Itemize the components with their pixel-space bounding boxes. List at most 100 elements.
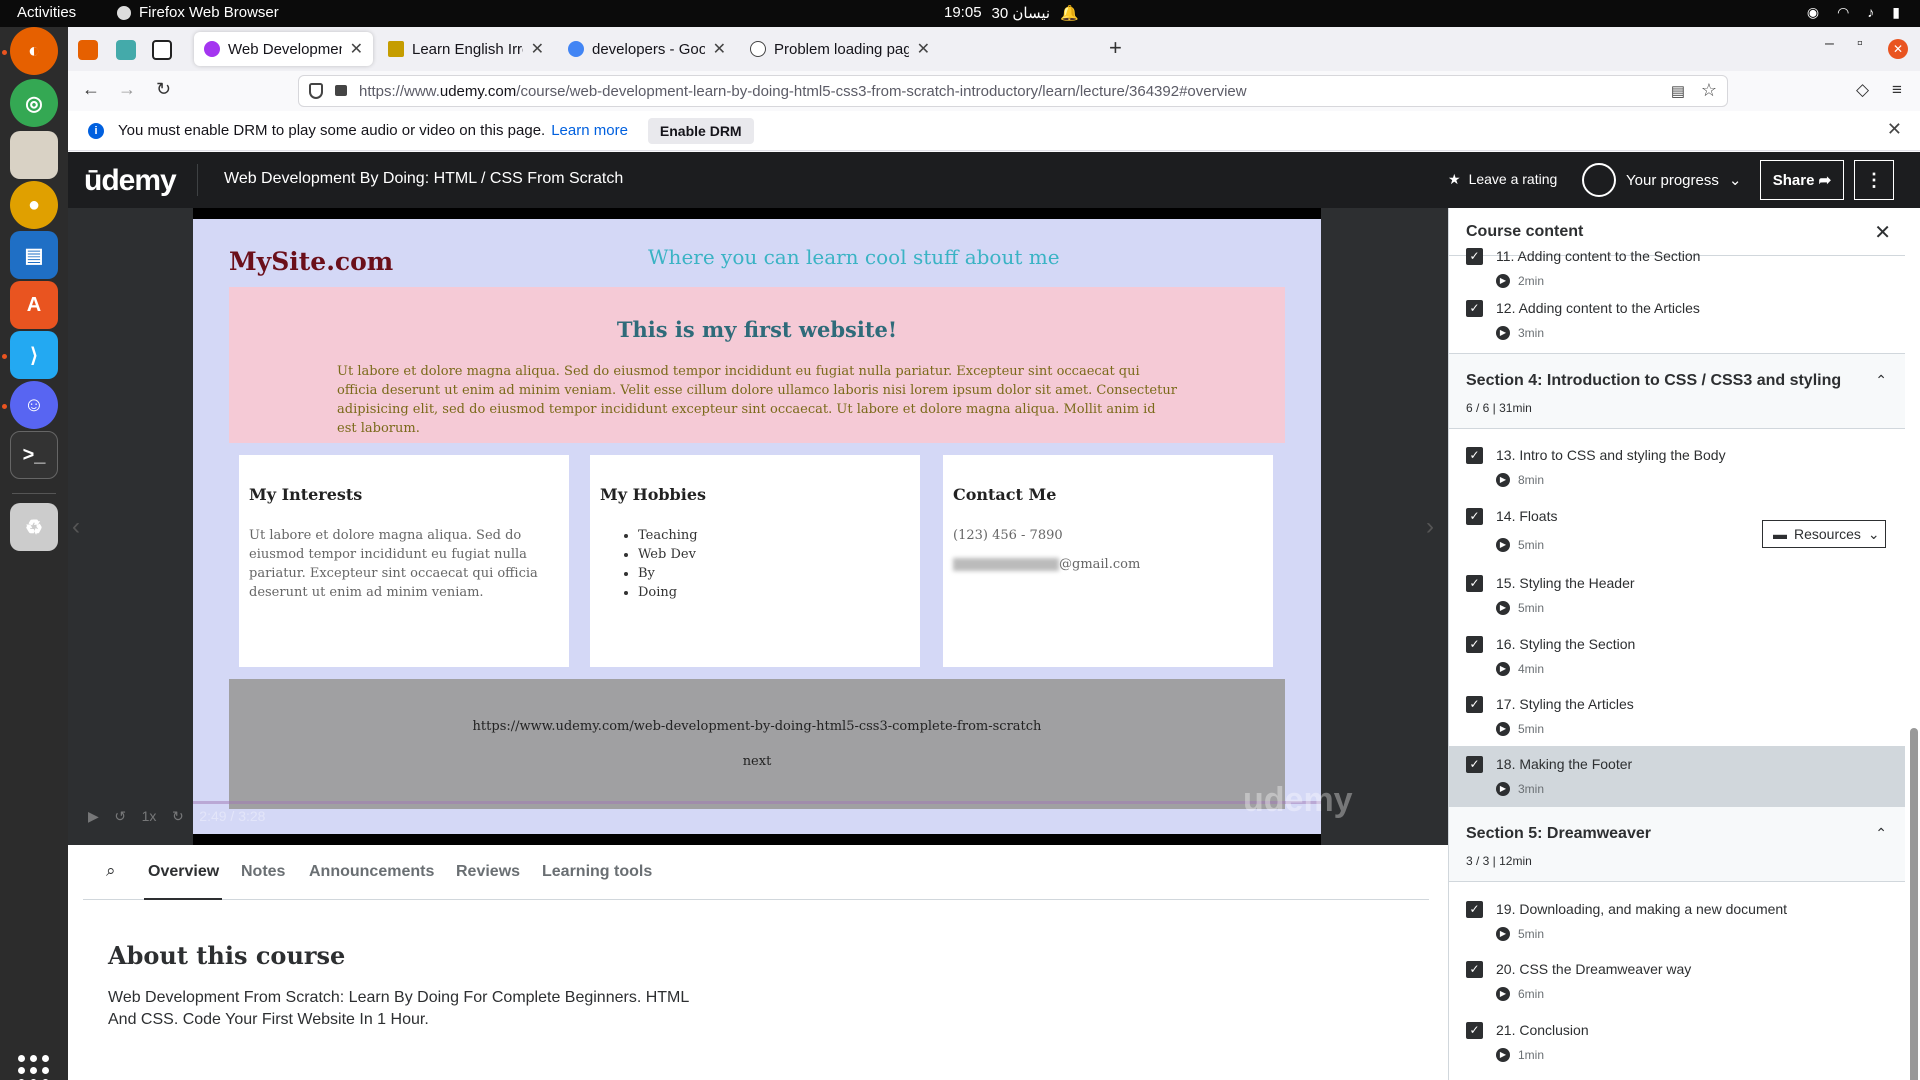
pinned-tab-docs[interactable] bbox=[116, 40, 136, 60]
lock-icon[interactable] bbox=[335, 85, 347, 96]
search-icon[interactable]: ⌕ bbox=[106, 861, 116, 881]
firefox-dock-icon[interactable]: ◐ bbox=[10, 27, 58, 75]
section-header[interactable]: Section 5: Dreamweaver 3 / 3 | 12min ⌃ bbox=[1449, 806, 1905, 882]
tab-udemy[interactable]: Web Development By Do ✕ bbox=[194, 32, 373, 66]
app-menu[interactable]: Firefox Web Browser bbox=[117, 4, 279, 21]
menu-icon[interactable]: ≡ bbox=[1892, 80, 1902, 100]
info-icon: i bbox=[88, 122, 104, 139]
vscode-dock-icon[interactable]: ⟩ bbox=[10, 331, 58, 379]
writer-dock-icon[interactable]: ▤ bbox=[10, 231, 58, 279]
interests-text: Ut labore et dolore magna aliqua. Sed do… bbox=[249, 528, 538, 600]
checkbox-checked[interactable]: ✓ bbox=[1466, 300, 1483, 317]
learn-more-link[interactable]: Learn more bbox=[551, 122, 628, 139]
checkbox-checked[interactable]: ✓ bbox=[1466, 508, 1483, 525]
pinned-tab-trello[interactable] bbox=[152, 40, 172, 60]
tab-title: Problem loading page bbox=[774, 40, 909, 58]
tab-learning-tools[interactable]: Learning tools bbox=[542, 863, 652, 881]
tab-notes[interactable]: Notes bbox=[241, 863, 285, 881]
udemy-logo[interactable]: ūdemy bbox=[84, 164, 177, 198]
section-header[interactable]: Section 4: Introduction to CSS / CSS3 an… bbox=[1449, 353, 1905, 429]
bookmark-star-icon[interactable]: ☆ bbox=[1701, 80, 1717, 101]
previous-lecture-arrow-icon[interactable]: ‹ bbox=[72, 513, 80, 541]
enable-drm-button[interactable]: Enable DRM bbox=[647, 117, 754, 144]
forward-icon[interactable]: ↻ bbox=[172, 808, 184, 824]
tab-title: developers - Google Sear bbox=[592, 40, 705, 58]
window-close-button[interactable]: ✕ bbox=[1888, 39, 1908, 59]
lecture-item[interactable]: ✓ 12. Adding content to the Articles ▶ 3m… bbox=[1449, 290, 1905, 350]
discord-dock-icon[interactable]: ☺ bbox=[10, 381, 58, 429]
close-tab-icon[interactable]: ✕ bbox=[531, 39, 544, 59]
sidebar-scrollbar[interactable] bbox=[1910, 728, 1918, 1080]
trash-dock-icon[interactable]: ♻ bbox=[10, 503, 58, 551]
lecture-item[interactable]: ✓ 21. Conclusion ▶ 1min bbox=[1449, 1012, 1905, 1072]
chrome-dock-icon[interactable]: ◎ bbox=[10, 79, 58, 127]
lecture-item[interactable]: ✓ 20. CSS the Dreamweaver way ▶ 6min bbox=[1449, 951, 1905, 1011]
rhythmbox-dock-icon[interactable]: ● bbox=[10, 181, 58, 229]
share-button[interactable]: Share ➦ bbox=[1760, 160, 1844, 200]
close-tab-icon[interactable]: ✕ bbox=[917, 39, 930, 59]
terminal-dock-icon[interactable]: >_ bbox=[10, 431, 58, 479]
progress-dropdown[interactable]: Your progress ⌄ bbox=[1582, 163, 1741, 197]
tab-overview[interactable]: Overview bbox=[148, 863, 219, 881]
checkbox-checked[interactable]: ✓ bbox=[1466, 696, 1483, 713]
interests-card: My Interests Ut labore et dolore magna a… bbox=[239, 455, 569, 667]
lecture-item-current[interactable]: ✓ 18. Making the Footer ▶ 3min bbox=[1449, 746, 1905, 806]
software-dock-icon[interactable]: A bbox=[10, 281, 58, 329]
rewind-icon[interactable]: ↺ bbox=[114, 808, 126, 824]
files-dock-icon[interactable] bbox=[10, 131, 58, 179]
checkbox-checked[interactable]: ✓ bbox=[1466, 1022, 1483, 1039]
video-frame[interactable]: MySite.com Where you can learn cool stuf… bbox=[193, 208, 1353, 845]
video-player[interactable]: ‹ › MySite.com Where you can learn cool … bbox=[68, 208, 1448, 956]
next-lecture-arrow-icon[interactable]: › bbox=[1426, 513, 1434, 541]
reader-view-icon[interactable]: ▤ bbox=[1671, 82, 1685, 100]
new-tab-button[interactable]: + bbox=[1109, 35, 1122, 61]
clock[interactable]: 19:05 30 نيسان 🔔 bbox=[944, 4, 1079, 22]
speed-button[interactable]: 1x bbox=[142, 808, 157, 824]
activities-button[interactable]: Activities bbox=[17, 4, 76, 21]
tracking-shield-icon[interactable] bbox=[309, 83, 323, 99]
firefox-window: Web Development By Do ✕ Learn English Ir… bbox=[68, 27, 1920, 1080]
lecture-item[interactable]: ✓ 15. Styling the Header ▶ 5min bbox=[1449, 565, 1905, 625]
minimize-button[interactable]: – bbox=[1825, 35, 1834, 53]
lecture-item[interactable]: ✓ 11. Adding content to the Section ▶ 2mi… bbox=[1449, 238, 1905, 290]
tab-irregular-verbs[interactable]: Learn English Irregular V ✕ bbox=[378, 32, 554, 66]
tab-reviews[interactable]: Reviews bbox=[456, 863, 520, 881]
checkbox-checked[interactable]: ✓ bbox=[1466, 447, 1483, 464]
play-circle-icon: ▶ bbox=[1496, 326, 1510, 340]
system-tray[interactable]: ◉ ◠ ♪ ▮ bbox=[1807, 4, 1900, 21]
forward-icon[interactable]: → bbox=[118, 79, 136, 100]
lecture-name: 15. Styling the Header bbox=[1496, 575, 1635, 591]
lecture-item[interactable]: ✓ 14. Floats ▶ 5min ▬ Resources ⌄ bbox=[1449, 498, 1905, 564]
checkbox-checked[interactable]: ✓ bbox=[1466, 961, 1483, 978]
tab-google-search[interactable]: developers - Google Sear ✕ bbox=[558, 32, 736, 66]
resources-dropdown[interactable]: ▬ Resources ⌄ bbox=[1762, 520, 1886, 548]
checkbox-checked[interactable]: ✓ bbox=[1466, 575, 1483, 592]
reload-icon[interactable]: ↻ bbox=[156, 79, 171, 100]
video-progress-bar[interactable] bbox=[193, 801, 1321, 804]
back-icon[interactable]: ← bbox=[82, 79, 100, 100]
lecture-item[interactable]: ✓ 19. Downloading, and making a new docu… bbox=[1449, 891, 1905, 951]
video-controls[interactable]: ▶ ↺ 1x ↻ 2:49 / 3:28 bbox=[88, 808, 265, 825]
show-apps-icon[interactable] bbox=[18, 1055, 50, 1080]
more-options-button[interactable]: ⋮ bbox=[1854, 160, 1894, 200]
play-icon[interactable]: ▶ bbox=[88, 808, 99, 824]
lecture-item[interactable]: ✓ 17. Styling the Articles ▶ 5min bbox=[1449, 686, 1905, 746]
tab-announcements[interactable]: Announcements bbox=[309, 863, 434, 881]
checkbox-checked[interactable]: ✓ bbox=[1466, 901, 1483, 918]
course-title[interactable]: Web Development By Doing: HTML / CSS Fro… bbox=[224, 170, 623, 188]
pinned-tab-firefox[interactable] bbox=[78, 40, 98, 60]
pocket-icon[interactable]: ◇ bbox=[1856, 80, 1869, 100]
checkbox-checked[interactable]: ✓ bbox=[1466, 756, 1483, 773]
leave-rating-button[interactable]: ★ Leave a rating bbox=[1448, 171, 1557, 188]
lecture-item[interactable]: ✓ 13. Intro to CSS and styling the Body … bbox=[1449, 437, 1905, 497]
close-tab-icon[interactable]: ✕ bbox=[713, 39, 726, 59]
tab-problem-loading[interactable]: Problem loading page ✕ bbox=[740, 32, 940, 66]
url-bar[interactable]: https://www. udemy.com/course/web-develop… bbox=[298, 75, 1728, 107]
section-title: Section 4: Introduction to CSS / CSS3 an… bbox=[1466, 372, 1842, 389]
close-tab-icon[interactable]: ✕ bbox=[350, 39, 363, 59]
checkbox-checked[interactable]: ✓ bbox=[1466, 248, 1483, 265]
close-notification-icon[interactable]: ✕ bbox=[1887, 119, 1902, 140]
maximize-button[interactable]: ▫ bbox=[1857, 35, 1863, 53]
lecture-item[interactable]: ✓ 16. Styling the Section ▶ 4min bbox=[1449, 626, 1905, 686]
checkbox-checked[interactable]: ✓ bbox=[1466, 636, 1483, 653]
